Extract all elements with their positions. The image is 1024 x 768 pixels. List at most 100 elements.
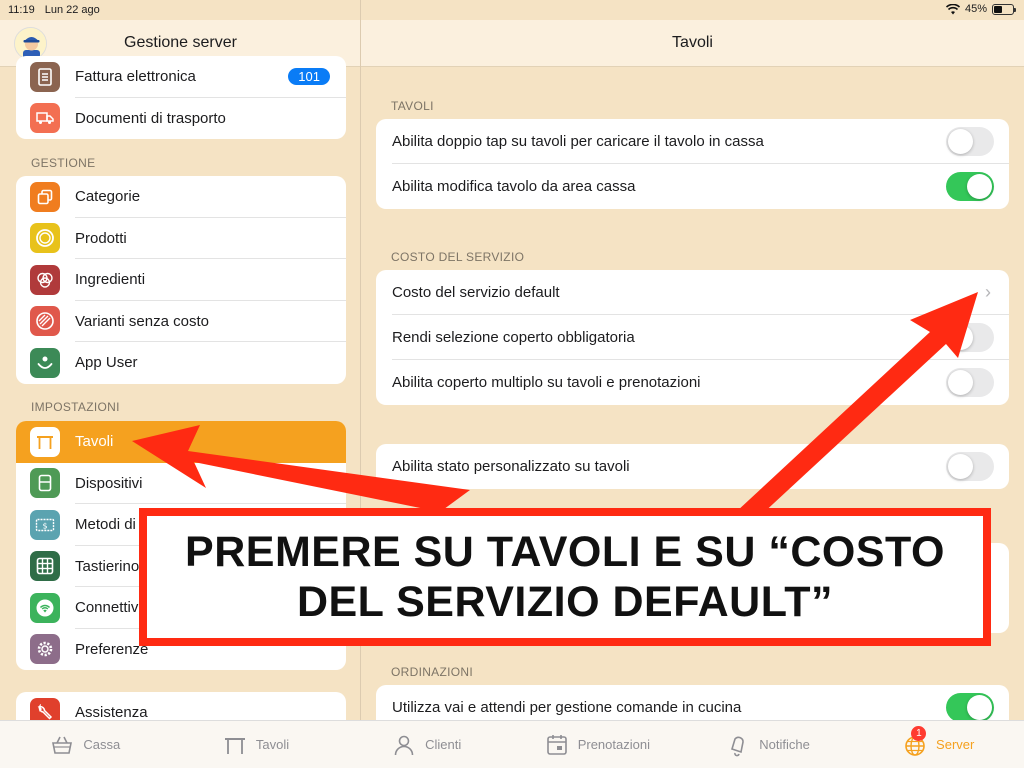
wrench-icon: [30, 697, 60, 720]
toggle-coperto-obbligatorio[interactable]: [946, 323, 994, 352]
toggle-coperto-multiplo[interactable]: [946, 368, 994, 397]
status-time: 11:19: [8, 4, 35, 16]
sidebar-item-dispositivi[interactable]: Dispositivi: [16, 463, 346, 504]
setting-label: Abilita stato personalizzato su tavoli: [392, 458, 630, 475]
tab-cassa[interactable]: Cassa: [0, 721, 171, 768]
tab-notifiche[interactable]: Notifiche: [683, 721, 854, 768]
status-date: Lun 22 ago: [44, 4, 100, 16]
section-label-gestione: GESTIONE: [31, 156, 96, 170]
page-title: Tavoli: [672, 34, 713, 51]
callout-line-1: PREMERE SU TAVOLI E SU “COSTO: [185, 528, 945, 576]
sidebar-item-label: Dispositivi: [75, 474, 143, 492]
tab-label: Cassa: [83, 737, 121, 752]
sidebar-item-label: Prodotti: [75, 229, 127, 247]
copy-icon: [30, 181, 60, 212]
main-header: Tavoli: [361, 20, 1024, 67]
sidebar-title: Gestione server: [124, 34, 237, 51]
sidebar-group-documents: Fattura elettronica 101 Documenti di tra…: [16, 56, 346, 139]
tab-label: Server: [936, 737, 975, 752]
setting-row-coperto-multiplo: Abilita coperto multiplo su tavoli e pre…: [376, 360, 1009, 405]
setting-label: Costo del servizio default: [392, 284, 560, 301]
tab-bar: Cassa Tavoli Clienti Prenotazioni Notifi…: [0, 720, 1024, 768]
callout-line-2: DEL SERVIZIO DEFAULT”: [296, 578, 834, 626]
setting-label: Abilita doppio tap su tavoli per caricar…: [392, 133, 764, 150]
sidebar-item-label: Categorie: [75, 188, 141, 206]
sidebar-item-assistenza[interactable]: Assistenza: [16, 692, 346, 720]
setting-row-stato-personalizzato: Abilita stato personalizzato su tavoli: [376, 444, 1009, 489]
settings-card-stato: Abilita stato personalizzato su tavoli: [376, 444, 1009, 489]
sidebar-item-label: App User: [75, 354, 138, 372]
tab-label: Clienti: [425, 737, 462, 752]
calendar-icon: [546, 734, 567, 755]
toggle-modifica-tavolo[interactable]: [946, 172, 994, 201]
gear-icon: [30, 634, 60, 665]
chevron-right-icon: ›: [985, 282, 991, 302]
sidebar-item-tavoli[interactable]: Tavoli: [16, 421, 346, 463]
table-icon: [30, 426, 60, 457]
settings-card-tavoli: Abilita doppio tap su tavoli per caricar…: [376, 119, 1009, 209]
battery-icon: [992, 3, 1016, 15]
sidebar-group-support: Assistenza: [16, 692, 346, 720]
wifi-icon: [945, 3, 960, 14]
wifi-icon: [30, 592, 60, 623]
person-icon: [394, 735, 414, 755]
tab-label: Prenotazioni: [577, 737, 650, 752]
toggle-doppio-tap[interactable]: [946, 127, 994, 156]
grid-icon: [30, 551, 60, 582]
section-label-impostazioni: IMPOSTAZIONI: [31, 400, 120, 414]
setting-label: Rendi selezione coperto obbligatoria: [392, 329, 635, 346]
sidebar-item-label: Fattura elettronica: [75, 68, 196, 86]
sidebar-item-varianti[interactable]: Varianti senza costo: [16, 301, 346, 342]
battery-percent: 45%: [964, 3, 987, 15]
section-label-costo: COSTO DEL SERVIZIO: [391, 250, 525, 264]
sidebar-item-prodotti[interactable]: Prodotti: [16, 218, 346, 259]
sidebar-item-label: Documenti di trasporto: [75, 109, 226, 127]
sidebar-item-label: Varianti senza costo: [75, 312, 209, 330]
sidebar-item-label: Connettiv: [75, 599, 139, 617]
sidebar-item-documenti-trasporto[interactable]: Documenti di trasporto: [16, 98, 346, 140]
table-icon: [224, 737, 245, 754]
striped-circle-icon: [30, 306, 60, 337]
sidebar-item-label: Tastierino: [75, 557, 140, 575]
circle-icon: [30, 223, 60, 254]
sidebar-item-categorie[interactable]: Categorie: [16, 176, 346, 218]
settings-card-costo: Costo del servizio default › Rendi selez…: [376, 270, 1009, 405]
status-right: 45%: [945, 3, 1016, 15]
printer-icon: [30, 468, 60, 499]
toggle-vai-attendi[interactable]: [946, 693, 994, 720]
toggle-stato-personalizzato[interactable]: [946, 452, 994, 481]
setting-row-coperto-obbligatorio: Rendi selezione coperto obbligatoria: [376, 315, 1009, 360]
bell-icon: [731, 736, 745, 756]
setting-row-doppio-tap: Abilita doppio tap su tavoli per caricar…: [376, 119, 1009, 164]
money-icon: $: [30, 509, 60, 540]
callout-text: PREMERE SU TAVOLI E SU “COSTO DEL SERVIZ…: [185, 527, 945, 627]
tab-server[interactable]: 1 Server: [853, 721, 1024, 768]
setting-label: Utilizza vai e attendi per gestione coma…: [392, 699, 742, 716]
section-label-tavoli: TAVOLI: [391, 99, 434, 113]
tab-label: Notifiche: [759, 737, 810, 752]
setting-label: Abilita coperto multiplo su tavoli e pre…: [392, 374, 701, 391]
sidebar-item-label: Tavoli: [75, 433, 114, 451]
tab-clienti[interactable]: Clienti: [341, 721, 512, 768]
tab-label: Tavoli: [255, 737, 290, 752]
setting-row-costo-default[interactable]: Costo del servizio default ›: [376, 270, 1009, 315]
sidebar-item-label: Assistenza: [75, 704, 148, 720]
document-icon: [30, 61, 60, 92]
settings-card-ordinazioni: Utilizza vai e attendi per gestione coma…: [376, 685, 1009, 720]
sidebar-item-fattura[interactable]: Fattura elettronica 101: [16, 56, 346, 98]
sidebar-item-app-user[interactable]: App User: [16, 342, 346, 384]
basket-icon: [52, 736, 73, 754]
section-label-ordinazioni: ORDINAZIONI: [391, 665, 473, 679]
count-badge: 101: [288, 68, 330, 86]
sidebar-group-gestione: Categorie Prodotti Ingredienti Varianti …: [16, 176, 346, 384]
battery-fill: [994, 5, 1003, 13]
truck-icon: [30, 103, 60, 134]
setting-row-modifica-tavolo: Abilita modifica tavolo da area cassa: [376, 164, 1009, 209]
setting-row-vai-attendi: Utilizza vai e attendi per gestione coma…: [376, 685, 1009, 720]
sidebar-item-label: Ingredienti: [75, 271, 146, 289]
sidebar-item-label: Preferenze: [75, 640, 149, 658]
tab-prenotazioni[interactable]: Prenotazioni: [512, 721, 683, 768]
tab-tavoli[interactable]: Tavoli: [171, 721, 342, 768]
sidebar-item-ingredienti[interactable]: Ingredienti: [16, 259, 346, 301]
svg-text:$: $: [42, 521, 47, 530]
